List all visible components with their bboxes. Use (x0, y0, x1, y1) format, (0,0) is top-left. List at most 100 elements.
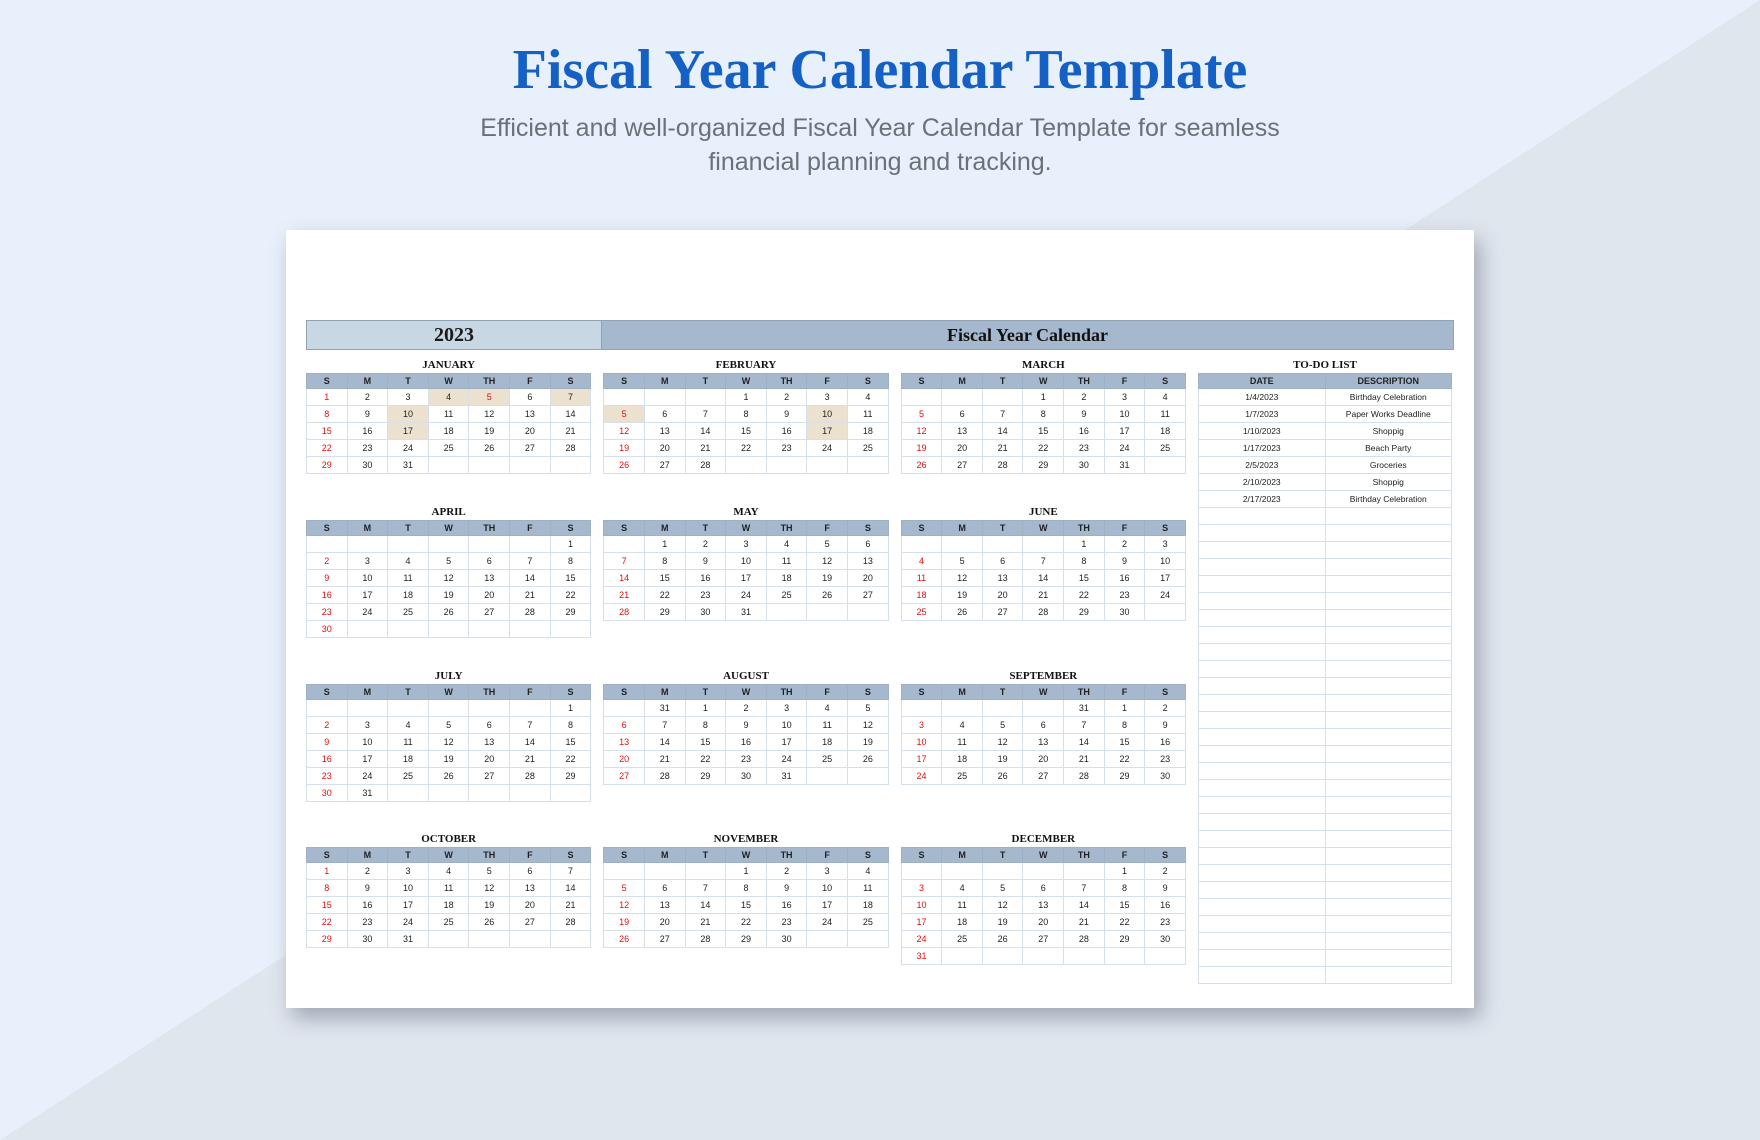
day-cell: 21 (510, 750, 551, 767)
day-cell: 18 (807, 733, 848, 750)
day-cell: 7 (685, 406, 726, 423)
todo-col-desc: DESCRIPTION (1325, 374, 1452, 389)
day-cell: 3 (901, 880, 942, 897)
day-cell: 5 (428, 552, 469, 569)
todo-row (1199, 644, 1452, 661)
day-cell: 31 (388, 457, 429, 474)
month-september: SEPTEMBERSMTWTHFS31123456789101112131415… (901, 667, 1186, 821)
day-cell: 11 (428, 880, 469, 897)
day-cell: 16 (1064, 423, 1105, 440)
day-cell: 9 (1064, 406, 1105, 423)
day-cell: 11 (428, 406, 469, 423)
month-table: SMTWTHFS12345678910111213141516171819202… (901, 373, 1186, 474)
day-cell: 12 (428, 733, 469, 750)
day-cell: 4 (847, 389, 888, 406)
day-cell: 29 (550, 603, 591, 620)
todo-row (1199, 576, 1452, 593)
month-february: FEBRUARYSMTWTHFS123456789101112131415161… (603, 356, 888, 493)
day-cell: 22 (685, 750, 726, 767)
day-cell: 15 (550, 569, 591, 586)
day-cell: 24 (1104, 440, 1145, 457)
day-cell: 7 (1064, 880, 1105, 897)
page-title: Fiscal Year Calendar Template (0, 0, 1760, 102)
day-cell: 23 (766, 914, 807, 931)
day-cell: 1 (550, 699, 591, 716)
day-cell: 11 (807, 716, 848, 733)
todo-row (1199, 559, 1452, 576)
day-cell: 29 (644, 603, 685, 620)
day-cell: 30 (1104, 603, 1145, 620)
day-cell: 10 (1145, 552, 1186, 569)
day-cell (942, 699, 983, 716)
day-cell (942, 948, 983, 965)
day-cell (982, 699, 1023, 716)
day-cell: 15 (644, 569, 685, 586)
day-cell: 17 (766, 733, 807, 750)
day-cell (1023, 948, 1064, 965)
day-cell (510, 784, 551, 801)
day-cell: 1 (1104, 863, 1145, 880)
day-cell: 6 (510, 863, 551, 880)
day-cell (1023, 699, 1064, 716)
day-cell: 26 (428, 603, 469, 620)
day-cell: 26 (901, 457, 942, 474)
day-cell: 20 (942, 440, 983, 457)
day-cell (982, 389, 1023, 406)
day-cell: 19 (807, 569, 848, 586)
day-cell: 18 (847, 423, 888, 440)
day-cell: 11 (942, 897, 983, 914)
day-cell (807, 603, 848, 620)
todo-row (1199, 593, 1452, 610)
day-cell: 1 (1104, 699, 1145, 716)
day-cell: 7 (1023, 552, 1064, 569)
day-cell: 24 (388, 440, 429, 457)
day-cell: 27 (604, 767, 645, 784)
day-cell: 25 (428, 440, 469, 457)
day-cell (469, 620, 510, 637)
month-table: SMTWTHFS12345678910111213141516171819202… (306, 847, 591, 948)
day-cell: 8 (307, 880, 348, 897)
day-cell: 21 (1023, 586, 1064, 603)
day-cell: 29 (307, 931, 348, 948)
day-cell: 13 (1023, 733, 1064, 750)
month-march: MARCHSMTWTHFS123456789101112131415161718… (901, 356, 1186, 493)
day-cell (807, 767, 848, 784)
month-april: APRILSMTWTHFS123456789101112131415161718… (306, 503, 591, 657)
day-cell: 13 (644, 897, 685, 914)
day-cell: 6 (1023, 716, 1064, 733)
todo-row (1199, 950, 1452, 967)
day-cell: 26 (469, 914, 510, 931)
day-cell: 4 (766, 535, 807, 552)
day-cell: 10 (807, 406, 848, 423)
day-cell: 7 (550, 863, 591, 880)
day-cell: 14 (1023, 569, 1064, 586)
day-cell: 26 (942, 603, 983, 620)
todo-row (1199, 899, 1452, 916)
day-cell: 5 (469, 863, 510, 880)
day-cell: 5 (604, 406, 645, 423)
day-cell: 28 (1064, 767, 1105, 784)
day-cell: 2 (766, 863, 807, 880)
day-cell: 19 (469, 897, 510, 914)
day-cell: 3 (901, 716, 942, 733)
day-cell: 9 (685, 552, 726, 569)
day-cell: 24 (347, 603, 388, 620)
day-cell: 12 (982, 897, 1023, 914)
day-cell (510, 535, 551, 552)
day-cell: 13 (604, 733, 645, 750)
day-cell (942, 535, 983, 552)
day-cell: 25 (766, 586, 807, 603)
day-cell (1023, 863, 1064, 880)
day-cell: 24 (347, 767, 388, 784)
day-cell (1064, 948, 1105, 965)
day-cell: 8 (685, 716, 726, 733)
month-name: JUNE (901, 503, 1186, 520)
day-cell (807, 931, 848, 948)
day-cell: 20 (510, 897, 551, 914)
day-cell: 25 (388, 767, 429, 784)
day-cell: 4 (847, 863, 888, 880)
day-cell: 10 (347, 569, 388, 586)
day-cell: 20 (510, 423, 551, 440)
day-cell: 20 (982, 586, 1023, 603)
day-cell: 19 (428, 586, 469, 603)
